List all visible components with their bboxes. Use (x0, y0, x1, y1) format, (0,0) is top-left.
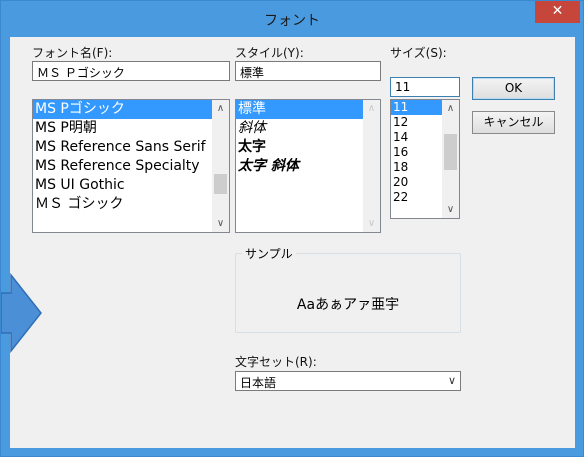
dialog-client-area: フォント名(F): ＭＳ Ｐゴシック MS Pゴシック MS P明朝 MS Refe… (10, 37, 575, 448)
scroll-thumb[interactable] (214, 174, 227, 194)
dialog-title: フォント (264, 13, 320, 29)
right-arrow-icon (1, 273, 42, 353)
font-list-scrollbar[interactable]: ∧ ∨ (212, 100, 229, 232)
style-list-scrollbar: ∧ ∨ (363, 100, 380, 232)
scroll-up-icon[interactable]: ∧ (212, 100, 229, 117)
font-name-list[interactable]: MS Pゴシック MS P明朝 MS Reference Sans Serif MS … (32, 99, 230, 233)
cancel-button[interactable]: キャンセル (472, 111, 555, 134)
font-dialog-window: フォント ✕ フォント名(F): ＭＳ Ｐゴシック MS Pゴシック MS P明朝… (0, 0, 584, 457)
charset-value: 日本語 (240, 376, 277, 390)
scroll-up-icon: ∧ (367, 103, 376, 114)
font-list-item[interactable]: MS UI Gothic (33, 176, 214, 195)
style-list-item[interactable]: 太字 (236, 138, 365, 157)
charset-label: 文字セット(R): (235, 355, 317, 369)
font-list-item[interactable]: MS Reference Sans Serif (33, 138, 214, 157)
sample-text: Aaあぁアァ亜宇 (296, 297, 400, 313)
ok-button[interactable]: OK (472, 77, 555, 100)
style-list-item[interactable]: 太字 斜体 (236, 157, 365, 176)
style-label: スタイル(Y): (235, 46, 304, 60)
size-list-item[interactable]: 18 (391, 160, 444, 175)
style-input[interactable]: 標準 (235, 61, 381, 81)
size-list[interactable]: 11 12 14 16 18 20 22 ∧ ∨ (390, 99, 460, 219)
size-list-item[interactable]: 22 (391, 190, 444, 205)
chevron-down-icon: ∨ (447, 374, 456, 387)
scroll-down-icon[interactable]: ∨ (442, 201, 459, 218)
style-list[interactable]: 標準 斜体 太字 太字 斜体 ∧ ∨ (235, 99, 381, 233)
size-list-item[interactable]: 20 (391, 175, 444, 190)
sample-group: サンプル Aaあぁアァ亜宇 (235, 245, 461, 333)
size-label: サイズ(S): (390, 46, 447, 60)
font-name-input[interactable]: ＭＳ Ｐゴシック (32, 61, 230, 81)
font-list-item[interactable]: MS Pゴシック (33, 100, 214, 119)
size-input[interactable]: 11 (390, 77, 460, 97)
font-name-label: フォント名(F): (32, 46, 113, 60)
size-list-scrollbar[interactable]: ∧ ∨ (442, 100, 459, 218)
size-list-item[interactable]: 14 (391, 130, 444, 145)
font-list-item[interactable]: MS P明朝 (33, 119, 214, 138)
sample-legend: サンプル (242, 245, 296, 262)
style-list-item[interactable]: 斜体 (236, 119, 365, 138)
scroll-down-icon: ∨ (367, 218, 376, 229)
scroll-down-icon[interactable]: ∨ (212, 215, 229, 232)
font-list-item[interactable]: MS Reference Specialty (33, 157, 214, 176)
size-list-item[interactable]: 16 (391, 145, 444, 160)
size-list-item[interactable]: 11 (391, 100, 444, 115)
style-list-item[interactable]: 標準 (236, 100, 365, 119)
font-list-item[interactable]: ＭＳ ゴシック (33, 195, 214, 214)
charset-select[interactable]: 日本語 ∨ (235, 371, 461, 391)
close-button[interactable]: ✕ (535, 1, 580, 23)
scroll-up-icon[interactable]: ∧ (442, 100, 459, 117)
title-bar[interactable]: フォント ✕ (1, 1, 583, 37)
size-list-item[interactable]: 12 (391, 115, 444, 130)
scroll-thumb[interactable] (444, 134, 457, 170)
